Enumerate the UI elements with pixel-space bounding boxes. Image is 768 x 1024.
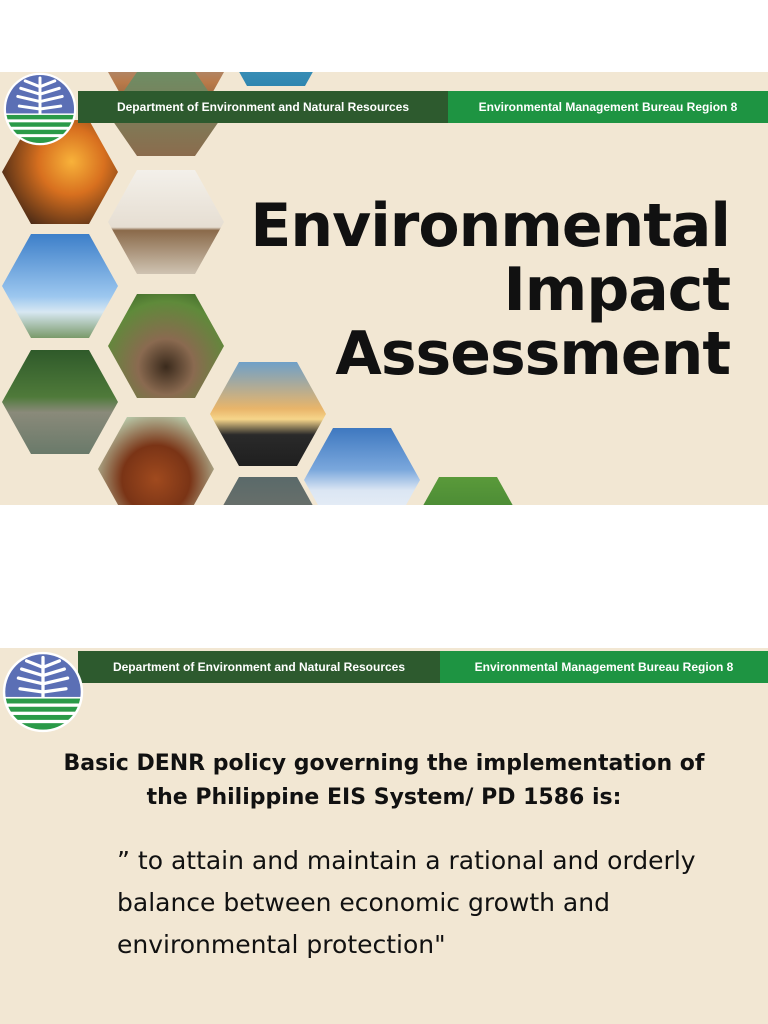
quote-line-1: ” to attain and maintain a rational and … (117, 846, 696, 875)
title-slide: Department of Environment and Natural Re… (0, 72, 768, 505)
department-name: Department of Environment and Natural Re… (78, 91, 448, 123)
policy-quote: ” to attain and maintain a rational and … (117, 840, 737, 966)
hex-photo-bottom-leaves (410, 477, 526, 505)
hex-photo-seedling-hands (108, 294, 224, 398)
slide-title: Environmental Impact Assessment (250, 191, 731, 389)
header-banner: Department of Environment and Natural Re… (78, 91, 768, 123)
bureau-name: Environmental Management Bureau Region 8 (448, 91, 768, 123)
heading-line-2: the Philippine EIS System/ PD 1586 is: (146, 785, 622, 810)
policy-slide: Department of Environment and Natural Re… (0, 648, 768, 1024)
quote-line-3: environmental protection" (117, 930, 446, 959)
header-banner: Department of Environment and Natural Re… (78, 651, 768, 683)
hex-photo-river-forest (2, 350, 118, 454)
title-line-1: Environmental (250, 191, 731, 261)
hex-photo-chickens (98, 417, 214, 505)
hex-photo-clouds (304, 428, 420, 505)
bureau-name: Environmental Management Bureau Region 8 (440, 651, 768, 683)
denr-logo-icon (3, 72, 77, 146)
title-line-2: Impact (503, 255, 731, 325)
policy-heading: Basic DENR policy governing the implemen… (0, 747, 768, 815)
department-name: Department of Environment and Natural Re… (78, 651, 440, 683)
hex-photo-community-meeting (108, 170, 224, 274)
hex-photo-wind-turbines (2, 234, 118, 338)
title-line-3: Assessment (335, 319, 731, 389)
denr-logo-icon (2, 651, 84, 733)
quote-line-2: balance between economic growth and (117, 888, 610, 917)
heading-line-1: Basic DENR policy governing the implemen… (63, 751, 705, 776)
hex-photo-top-water (218, 72, 334, 86)
